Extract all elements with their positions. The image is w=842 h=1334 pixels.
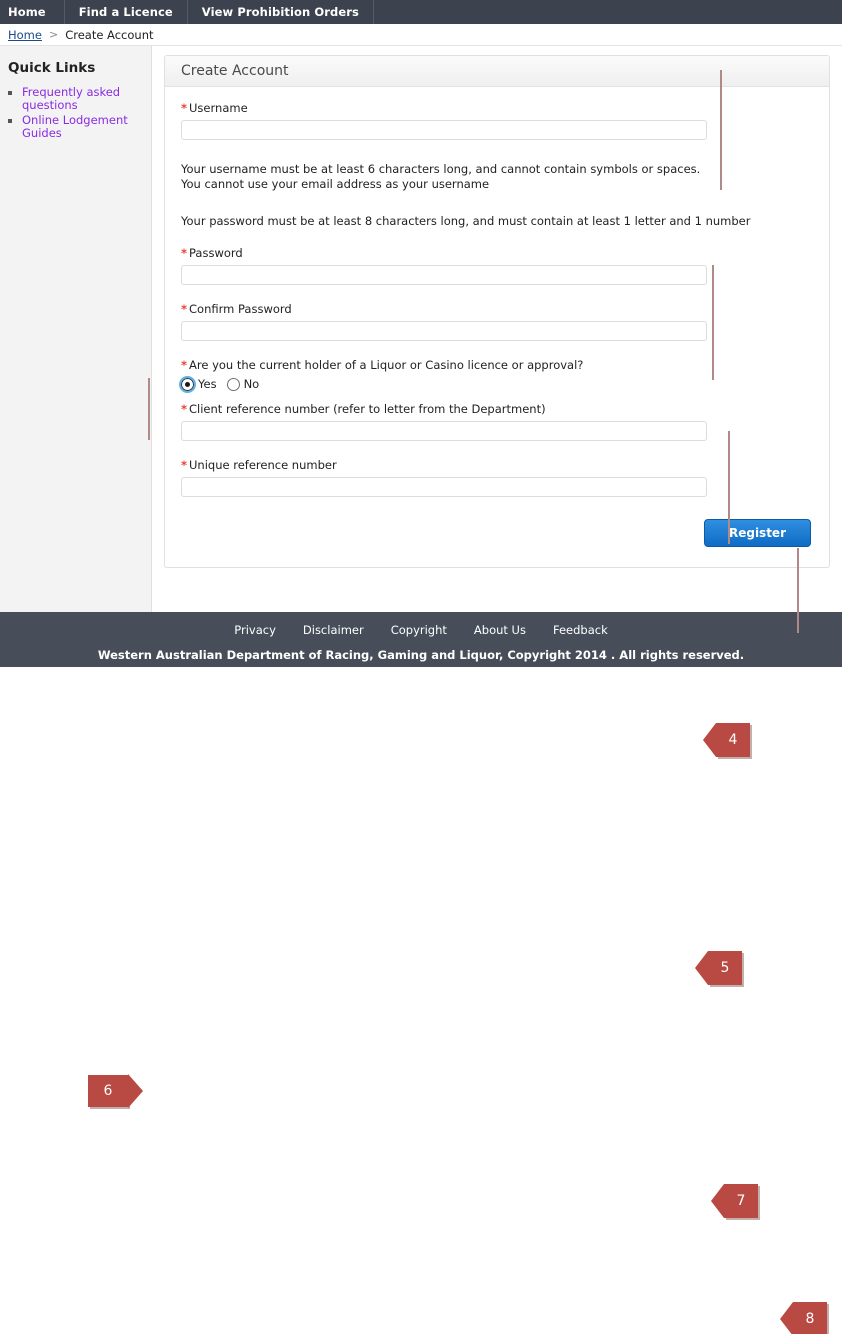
annotation-bracket-7 [728,431,730,544]
sidebar-link-list: Frequently asked questions Online Lodgem… [0,86,151,140]
sidebar-item-faq[interactable]: Frequently asked questions [22,85,120,112]
client-reference-label-text: Client reference number (refer to letter… [189,402,546,416]
nav-item-find-a-licence[interactable]: Find a Licence [65,0,188,24]
password-input[interactable] [181,265,707,285]
annotation-number-6: 6 [103,1083,113,1099]
unique-reference-input[interactable] [181,477,707,497]
annotation-marker-4: 4 [716,723,750,757]
footer-link-copyright[interactable]: Copyright [391,623,447,637]
nav-item-view-prohibition-orders[interactable]: View Prohibition Orders [188,0,374,24]
list-item[interactable]: Frequently asked questions [22,86,151,112]
footer-link-privacy[interactable]: Privacy [234,623,276,637]
annotation-marker-8: 8 [793,1302,827,1334]
confirm-password-label: * Confirm Password [181,302,813,316]
radio-no-label[interactable]: No [244,377,260,391]
annotation-bracket-4 [720,70,722,190]
client-reference-input[interactable] [181,421,707,441]
sidebar: Quick Links Frequently asked questions O… [0,46,152,612]
breadcrumb: Home > Create Account [0,24,842,46]
annotation-number-5: 5 [720,960,730,976]
required-asterisk-icon: * [181,358,188,372]
radio-yes[interactable] [179,375,196,393]
page-body: Quick Links Frequently asked questions O… [0,46,842,612]
annotation-number-4: 4 [728,732,738,748]
licence-holder-question-label: * Are you the current holder of a Liquor … [181,358,813,372]
breadcrumb-current-page: Create Account [65,27,154,42]
confirm-password-input[interactable] [181,321,707,341]
footer: Privacy Disclaimer Copyright About Us Fe… [0,612,842,667]
annotation-bracket-8 [797,548,799,633]
radio-yes-label[interactable]: Yes [198,377,217,391]
form-actions: Register [181,519,813,547]
password-help-text: Your password must be at least 8 charact… [181,214,751,228]
annotation-bracket-5 [712,265,714,380]
footer-link-list: Privacy Disclaimer Copyright About Us Fe… [0,612,842,637]
required-asterisk-icon: * [181,302,188,316]
required-asterisk-icon: * [181,402,188,416]
main-content: Create Account * Username Your username m… [152,46,842,612]
annotation-bracket-6 [108,378,150,440]
breadcrumb-link-home[interactable]: Home [8,28,42,42]
annotation-marker-5: 5 [708,951,742,985]
licence-holder-question-text: Are you the current holder of a Liquor o… [189,358,584,372]
licence-holder-radio-group: Yes No [179,375,813,393]
required-asterisk-icon: * [181,458,188,472]
username-help-line-2: You cannot use your email address as you… [181,177,490,191]
primary-navigation: Home Find a Licence View Prohibition Ord… [0,0,842,24]
password-label-text: Password [189,246,243,260]
sidebar-item-online-lodgement-guides[interactable]: Online Lodgement Guides [22,113,128,140]
username-label: * Username [181,101,813,115]
radio-no[interactable] [226,377,240,391]
footer-link-feedback[interactable]: Feedback [553,623,608,637]
unique-reference-label: * Unique reference number [181,458,813,472]
username-label-text: Username [189,101,248,115]
footer-link-disclaimer[interactable]: Disclaimer [303,623,364,637]
confirm-password-label-text: Confirm Password [189,302,292,316]
nav-item-home[interactable]: Home [0,0,65,24]
register-button[interactable]: Register [703,519,811,547]
footer-link-about-us[interactable]: About Us [474,623,526,637]
annotation-marker-7: 7 [724,1184,758,1218]
sidebar-title: Quick Links [8,60,96,76]
username-input[interactable] [181,120,707,140]
create-account-panel: Create Account * Username Your username m… [164,55,830,568]
list-item[interactable]: Online Lodgement Guides [22,114,151,140]
password-label: * Password [181,246,813,260]
username-help-line-1: Your username must be at least 6 charact… [181,162,701,176]
annotation-number-7: 7 [736,1193,746,1209]
annotation-marker-6: 6 [88,1075,128,1107]
breadcrumb-separator-icon: > [48,28,59,41]
unique-reference-label-text: Unique reference number [189,458,337,472]
required-asterisk-icon: * [181,246,188,260]
required-asterisk-icon: * [181,101,188,115]
client-reference-label: * Client reference number (refer to lette… [181,402,813,416]
page-title: Create Account [165,56,829,87]
footer-copyright-text: Western Australian Department of Racing,… [97,648,745,662]
annotation-number-8: 8 [805,1311,815,1327]
